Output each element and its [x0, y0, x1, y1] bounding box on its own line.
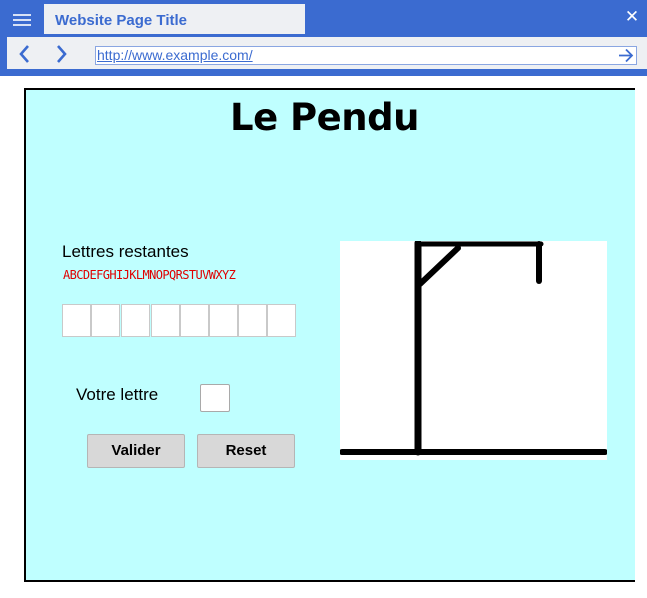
guess-label: Votre lettre	[76, 385, 159, 404]
browser-chrome: Website Page Title ✕ http://www.example.…	[0, 0, 647, 76]
browser-tab[interactable]: Website Page Title	[44, 4, 305, 34]
remaining-letters: ABCDEFGHIJKLMNOPQRSTUVWXYZ	[63, 268, 236, 282]
tab-title: Website Page Title	[55, 12, 187, 29]
word-slot	[238, 304, 267, 337]
gallows-brace	[417, 245, 461, 287]
word-slot	[62, 304, 91, 337]
validate-button[interactable]: Valider	[87, 434, 185, 468]
guess-letter-input[interactable]	[200, 384, 230, 412]
url-bar[interactable]: http://www.example.com/	[95, 46, 637, 65]
word-slot	[209, 304, 238, 337]
reset-button[interactable]: Reset	[197, 434, 295, 468]
word-slot	[121, 304, 150, 337]
word-slot	[151, 304, 180, 337]
word-slot	[91, 304, 120, 337]
chevron-left-icon[interactable]	[13, 43, 37, 65]
remaining-letters-label: Lettres restantes	[62, 242, 189, 261]
arrow-right-icon[interactable]	[616, 46, 636, 65]
chevron-right-icon[interactable]	[49, 43, 73, 65]
url-text[interactable]: http://www.example.com/	[97, 47, 253, 64]
page-title: Le Pendu	[230, 96, 419, 139]
hamburger-menu-icon[interactable]	[8, 8, 36, 30]
word-slots	[62, 304, 296, 337]
gallows-drawing	[339, 239, 608, 456]
close-icon[interactable]: ✕	[622, 6, 642, 28]
hangman-canvas	[339, 239, 608, 460]
navigation-bar: http://www.example.com/	[7, 37, 647, 69]
hangman-game-page: Le Pendu Lettres restantes ABCDEFGHIJKLM…	[24, 88, 635, 582]
word-slot	[180, 304, 209, 337]
word-slot	[267, 304, 296, 337]
